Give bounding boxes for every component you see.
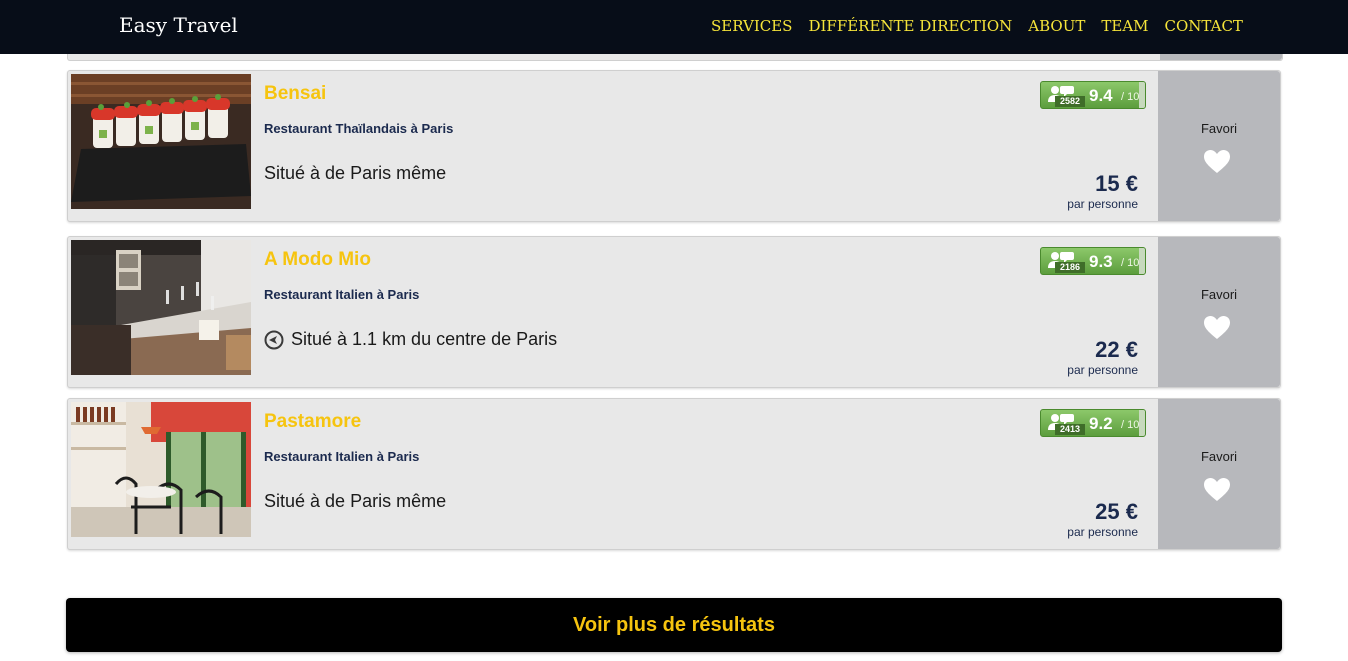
rating-badge-edge (1139, 82, 1145, 108)
nav-link-team[interactable]: TEAM (1101, 17, 1148, 35)
result-card[interactable]: Pastamore Restaurant Italien à Paris Sit… (67, 398, 1281, 550)
restaurant-location: Situé à de Paris même (264, 491, 446, 512)
rating-badge: 2582 9.4 / 10 (1040, 81, 1146, 109)
restaurant-photo-cafe[interactable] (71, 402, 251, 537)
restaurant-name[interactable]: Pastamore (264, 411, 361, 433)
rating-max: / 10 (1121, 91, 1140, 103)
location-text: Situé à de Paris même (264, 491, 447, 511)
heart-icon[interactable] (1203, 149, 1231, 175)
location-text: Situé à 1.1 km du centre de Paris (291, 329, 558, 349)
rating-badge-edge (1139, 410, 1145, 436)
load-more-results-button[interactable]: Voir plus de résultats (66, 598, 1282, 652)
price-note: par personne (1067, 525, 1138, 539)
heart-icon[interactable] (1203, 477, 1231, 503)
restaurant-name[interactable]: Bensai (264, 83, 326, 105)
result-card[interactable]: Bensai Restaurant Thaïlandais à Paris Si… (67, 70, 1281, 222)
rating-badge: 2413 9.2 / 10 (1040, 409, 1146, 437)
heart-icon[interactable] (1203, 315, 1231, 341)
favorite-label: Favori (1200, 121, 1238, 136)
nav-link-direction[interactable]: DIFFÉRENTE DIRECTION (808, 17, 1012, 35)
location-pin-icon (264, 330, 284, 349)
favorite-button[interactable]: Favori (1158, 71, 1280, 221)
restaurant-type: Restaurant Thaïlandais à Paris (264, 121, 454, 136)
nav-link-services[interactable]: SERVICES (711, 17, 792, 35)
restaurant-type: Restaurant Italien à Paris (264, 287, 420, 302)
rating-max: / 10 (1121, 419, 1140, 431)
restaurant-photo-interior[interactable] (71, 240, 251, 375)
favorite-button[interactable]: Favori (1158, 237, 1280, 387)
review-count: 2413 (1055, 424, 1085, 435)
rating-badge-edge (1139, 248, 1145, 274)
restaurant-location: Situé à 1.1 km du centre de Paris (264, 329, 557, 350)
review-count: 2186 (1055, 262, 1085, 273)
nav-links: SERVICES DIFFÉRENTE DIRECTION ABOUT TEAM… (711, 17, 1259, 35)
restaurant-location: Situé à de Paris même (264, 163, 446, 184)
nav-link-contact[interactable]: CONTACT (1165, 17, 1243, 35)
rating-score: 9.2 (1089, 414, 1113, 433)
favorite-button[interactable]: Favori (1158, 399, 1280, 549)
rating-score: 9.4 (1089, 86, 1113, 105)
brand-logo-text[interactable]: Easy Travel (119, 13, 238, 37)
rating-max: / 10 (1121, 257, 1140, 269)
favorite-label: Favori (1200, 287, 1238, 302)
price: 15 € (1095, 171, 1138, 196)
restaurant-type: Restaurant Italien à Paris (264, 449, 420, 464)
price: 22 € (1095, 337, 1138, 362)
price-note: par personne (1067, 363, 1138, 377)
review-count: 2582 (1055, 96, 1085, 107)
top-navbar: Easy Travel SERVICES DIFFÉRENTE DIRECTIO… (0, 0, 1348, 54)
restaurant-photo-sushi[interactable] (71, 74, 251, 209)
nav-link-about[interactable]: ABOUT (1028, 17, 1085, 35)
location-text: Situé à de Paris même (264, 163, 447, 183)
result-card[interactable]: A Modo Mio Restaurant Italien à Paris Si… (67, 236, 1281, 388)
rating-score: 9.3 (1089, 252, 1113, 271)
price: 25 € (1095, 499, 1138, 524)
rating-badge: 2186 9.3 / 10 (1040, 247, 1146, 275)
restaurant-name[interactable]: A Modo Mio (264, 249, 371, 271)
price-note: par personne (1067, 197, 1138, 211)
favorite-label: Favori (1200, 449, 1238, 464)
